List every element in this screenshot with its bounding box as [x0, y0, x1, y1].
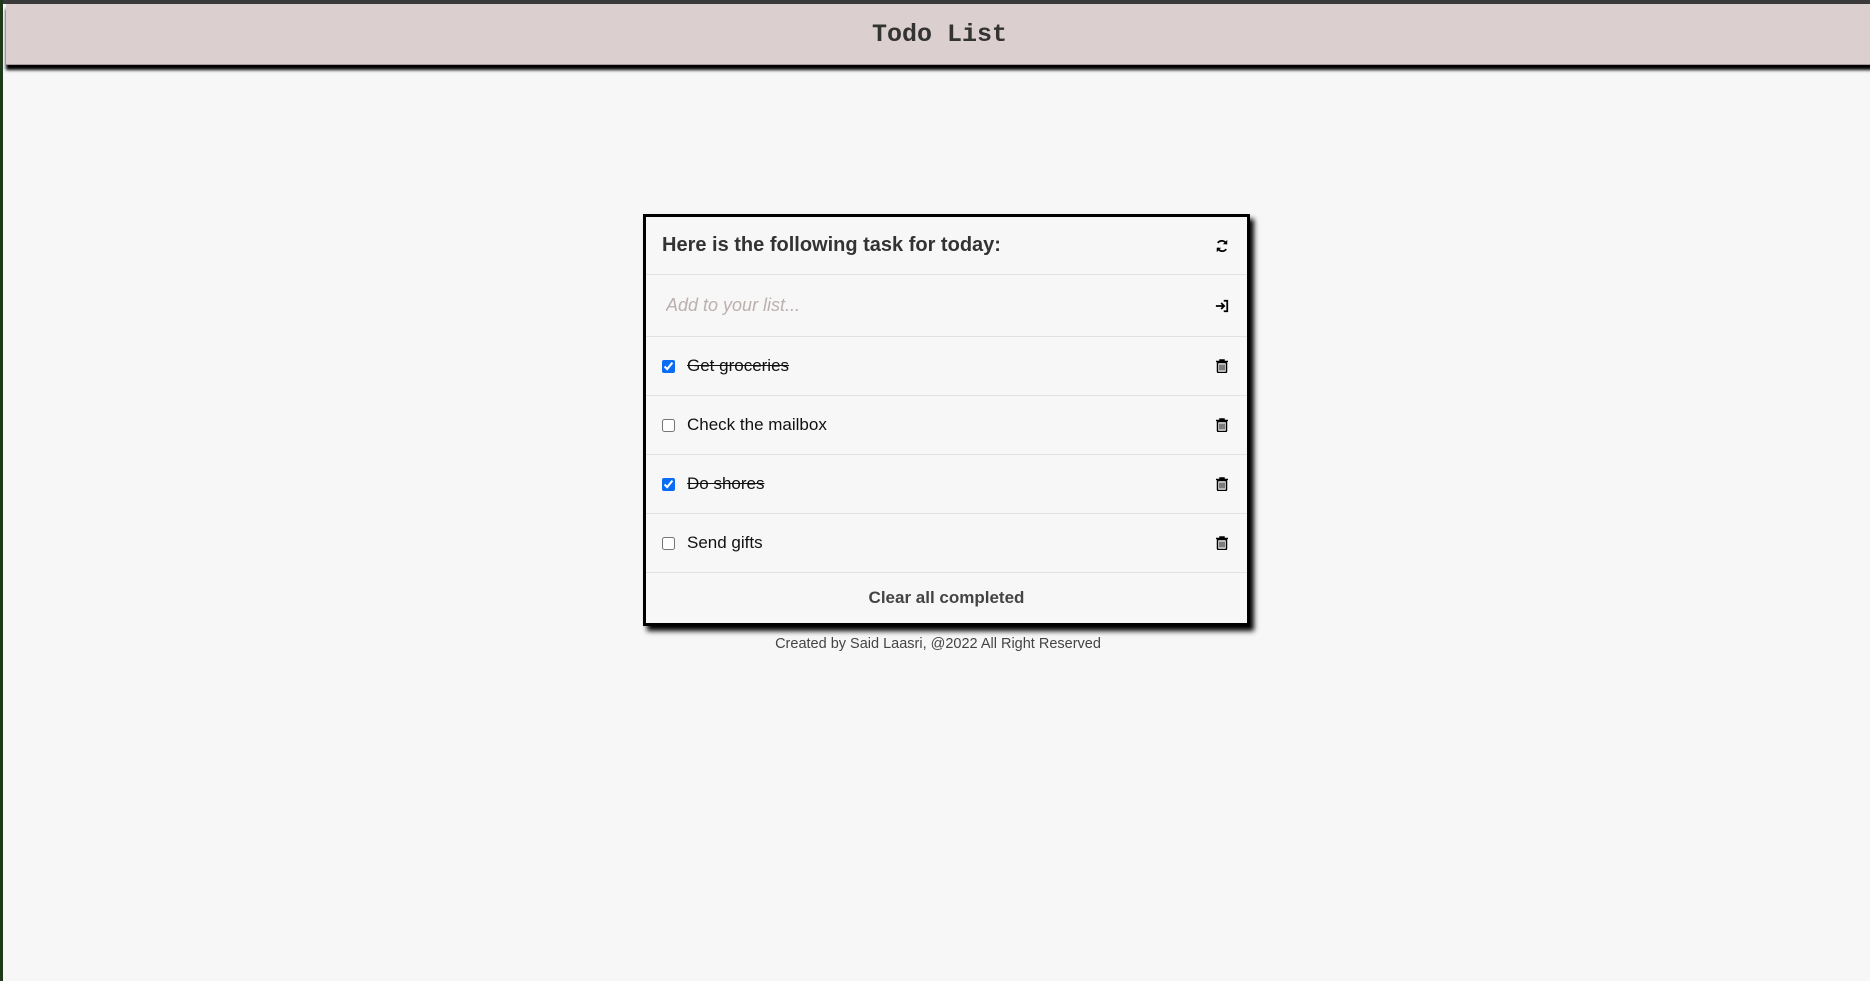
- footer-credit: Created by Said Laasri, @2022 All Right …: [775, 636, 1101, 652]
- todo-item: Check the mailbox: [646, 396, 1247, 455]
- todo-card: Here is the following task for today: Ge…: [643, 214, 1250, 626]
- todo-label: Send gifts: [687, 533, 763, 552]
- todo-checkbox[interactable]: [662, 477, 675, 491]
- todo-checkbox[interactable]: [662, 418, 675, 432]
- todo-item: Do shores: [646, 455, 1247, 514]
- clear-completed-button[interactable]: Clear all completed: [646, 573, 1247, 623]
- add-task-input[interactable]: [662, 295, 1213, 316]
- app-header: Todo List: [6, 4, 1870, 65]
- todo-item: Send gifts: [646, 514, 1247, 573]
- todo-checkbox[interactable]: [662, 536, 675, 550]
- todo-item: Get groceries: [646, 337, 1247, 396]
- trash-icon[interactable]: [1213, 475, 1231, 493]
- enter-icon[interactable]: [1213, 297, 1231, 315]
- add-task-row: [646, 275, 1247, 337]
- todo-label: Get groceries: [687, 356, 790, 375]
- refresh-icon[interactable]: [1213, 237, 1231, 255]
- todo-label: Check the mailbox: [687, 415, 827, 434]
- trash-icon[interactable]: [1213, 357, 1231, 375]
- todo-checkbox[interactable]: [662, 359, 675, 373]
- todo-label: Do shores: [687, 474, 765, 493]
- card-title: Here is the following task for today:: [662, 234, 1001, 256]
- card-header: Here is the following task for today:: [646, 217, 1247, 275]
- trash-icon[interactable]: [1213, 534, 1231, 552]
- page-title: Todo List: [871, 19, 1008, 49]
- trash-icon[interactable]: [1213, 416, 1231, 434]
